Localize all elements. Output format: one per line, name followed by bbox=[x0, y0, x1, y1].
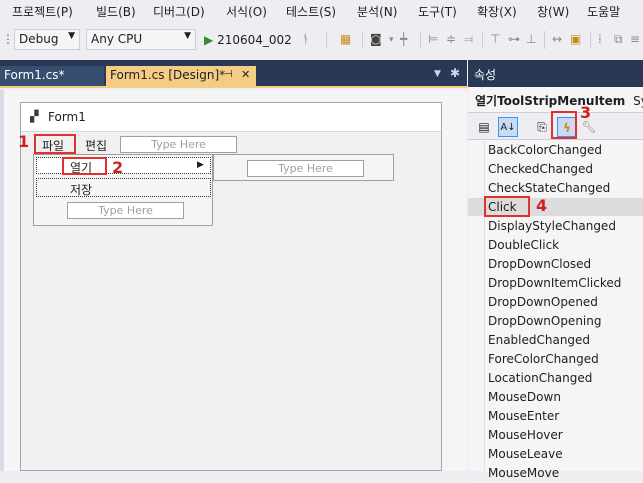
event-row[interactable]: MouseHover bbox=[468, 426, 643, 445]
align-right-icon[interactable]: ⫤ bbox=[464, 32, 473, 47]
event-row[interactable]: DisplayStyleChanged bbox=[468, 217, 643, 236]
center-horiz-icon[interactable]: ⧉ bbox=[614, 32, 623, 47]
menu-analyze[interactable]: 분석(N) bbox=[357, 3, 397, 20]
alphabetical-icon[interactable]: A↓ bbox=[498, 117, 518, 137]
properties-title: 속성 bbox=[474, 68, 497, 82]
type-here-menu-input[interactable]: Type Here bbox=[120, 136, 237, 153]
menu-build[interactable]: 빌드(B) bbox=[96, 3, 136, 20]
tab-label: Form1.cs [Design]* bbox=[110, 68, 226, 82]
close-icon[interactable]: ✕ bbox=[241, 68, 250, 81]
chevron-down-icon[interactable]: ▾ bbox=[389, 35, 394, 45]
object-name: 열기ToolStripMenuItem bbox=[475, 94, 626, 108]
annotation-box-2 bbox=[62, 157, 107, 175]
categorized-icon[interactable]: ▤ bbox=[474, 117, 494, 137]
menu-test[interactable]: 테스트(S) bbox=[286, 3, 336, 20]
annotation-box-3 bbox=[551, 111, 577, 139]
folder-search-icon[interactable]: ▦ bbox=[340, 32, 351, 46]
menu-bar: 프로젝트(P) 빌드(B) 디버그(D) 서식(O) 테스트(S) 분석(N) … bbox=[0, 0, 643, 22]
platform-combo[interactable]: Any CPU ▼ bbox=[86, 29, 196, 50]
form-title: Form1 bbox=[48, 110, 86, 124]
align-center-icon[interactable]: ≑ bbox=[446, 32, 456, 46]
form-icon: ▞ bbox=[30, 110, 39, 123]
event-row[interactable]: BackColorChanged bbox=[468, 141, 643, 160]
toolbar: ⋮ Debug ▼ Any CPU ▼ ▶ 210604_002 ᚬ ▦ ◙ ▾… bbox=[0, 26, 643, 56]
document-tab-strip: Form1.cs* Form1.cs [Design]* ⊣ ✕ ▼ ✱ bbox=[0, 60, 467, 88]
settings-gear-icon[interactable]: ✱ bbox=[450, 66, 460, 80]
align-middle-icon[interactable]: ⊶ bbox=[508, 32, 520, 46]
tab-form1-cs[interactable]: Form1.cs* bbox=[0, 66, 104, 86]
play-icon: ▶ bbox=[204, 33, 214, 47]
menu-item-save[interactable]: 저장 bbox=[36, 178, 211, 197]
annotation-box-4 bbox=[484, 196, 530, 217]
type-here-item-input[interactable]: Type Here bbox=[67, 202, 184, 219]
event-row[interactable]: DoubleClick bbox=[468, 236, 643, 255]
event-row[interactable]: LocationChanged bbox=[468, 369, 643, 388]
overflow-icon[interactable]: ≡ bbox=[630, 32, 640, 46]
tab-form1-design[interactable]: Form1.cs [Design]* ⊣ ✕ bbox=[106, 66, 256, 86]
grip-icon: ⋮ bbox=[2, 32, 14, 46]
event-row[interactable]: EnabledChanged bbox=[468, 331, 643, 350]
tab-list-dropdown-icon[interactable]: ▼ bbox=[434, 69, 441, 79]
menu-tools[interactable]: 도구(T) bbox=[418, 3, 457, 20]
menu-format[interactable]: 서식(O) bbox=[226, 3, 267, 20]
event-row[interactable]: MouseEnter bbox=[468, 407, 643, 426]
type-here-submenu-input[interactable]: Type Here bbox=[247, 160, 364, 177]
event-row[interactable]: DropDownOpening bbox=[468, 312, 643, 331]
spacing-icon[interactable]: ⁞ bbox=[598, 32, 602, 46]
menu-extensions[interactable]: 확장(X) bbox=[477, 3, 517, 20]
annotation-box-1 bbox=[34, 134, 76, 154]
pin-icon[interactable]: ⊣ bbox=[224, 69, 233, 80]
align-grid-icon[interactable]: ┿ bbox=[400, 32, 407, 46]
hot-reload-icon[interactable]: ᚬ bbox=[302, 32, 309, 46]
annotation-1: 1 bbox=[18, 132, 30, 151]
object-selector[interactable]: 열기ToolStripMenuItem Syste bbox=[468, 87, 643, 112]
same-width-icon[interactable]: ↔ bbox=[552, 32, 562, 46]
event-row[interactable]: MouseMove bbox=[468, 464, 643, 483]
config-combo[interactable]: Debug ▼ bbox=[14, 29, 80, 50]
chevron-down-icon: ▼ bbox=[68, 31, 75, 41]
event-row[interactable]: MouseLeave bbox=[468, 445, 643, 464]
event-row[interactable]: DropDownClosed bbox=[468, 255, 643, 274]
annotation-3: 3 bbox=[580, 103, 592, 122]
menu-project[interactable]: 프로젝트(P) bbox=[12, 3, 73, 20]
align-left-icon[interactable]: ⊨ bbox=[428, 32, 438, 46]
run-target-label: 210604_002 bbox=[217, 33, 292, 47]
camera-icon[interactable]: ◙ bbox=[370, 32, 382, 46]
menu-debug[interactable]: 디버그(D) bbox=[153, 3, 205, 20]
submenu-arrow-icon: ▶ bbox=[197, 160, 204, 170]
event-row[interactable]: ForeColorChanged bbox=[468, 350, 643, 369]
menu-item-save-label: 저장 bbox=[70, 183, 93, 197]
event-row[interactable]: DropDownItemClicked bbox=[468, 274, 643, 293]
properties-page-icon[interactable]: ⎘ bbox=[532, 117, 552, 137]
platform-value: Any CPU bbox=[91, 32, 143, 46]
menu-window[interactable]: 창(W) bbox=[537, 3, 569, 20]
event-row[interactable]: MouseDown bbox=[468, 388, 643, 407]
annotation-4: 4 bbox=[536, 196, 548, 215]
size-to-grid-icon[interactable]: ▣ bbox=[570, 32, 581, 46]
run-button[interactable]: ▶ 210604_002 bbox=[204, 33, 292, 47]
config-value: Debug bbox=[19, 32, 59, 46]
chevron-down-icon: ▼ bbox=[184, 31, 191, 41]
object-type: Syste bbox=[633, 94, 643, 108]
properties-header: 속성 bbox=[468, 60, 643, 87]
grid-margin-line bbox=[484, 141, 485, 471]
event-row[interactable]: CheckedChanged bbox=[468, 160, 643, 179]
form-titlebar: ▞ Form1 bbox=[21, 103, 441, 131]
menu-edit[interactable]: 편집 bbox=[85, 137, 107, 154]
event-row[interactable]: DropDownOpened bbox=[468, 293, 643, 312]
tab-label: Form1.cs* bbox=[4, 68, 65, 82]
align-bottom-icon[interactable]: ⊥ bbox=[526, 32, 536, 46]
align-top-icon[interactable]: ⊤ bbox=[490, 32, 500, 46]
menu-help[interactable]: 도움말 bbox=[587, 3, 620, 20]
events-grid: BackColorChanged CheckedChanged CheckSta… bbox=[468, 141, 643, 483]
annotation-2: 2 bbox=[112, 158, 124, 177]
